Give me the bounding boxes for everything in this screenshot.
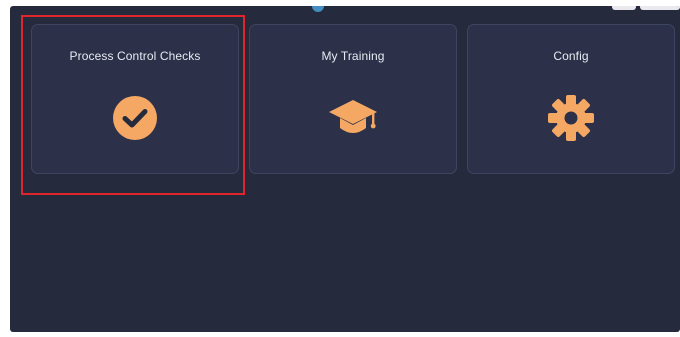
tile-label: My Training bbox=[321, 49, 385, 63]
app-logo-icon bbox=[312, 6, 324, 12]
window-control-button-wide[interactable] bbox=[640, 6, 680, 10]
tile-label: Config bbox=[553, 49, 589, 63]
tile-config[interactable]: Config bbox=[467, 24, 675, 174]
check-circle-icon bbox=[113, 96, 157, 140]
tile-label: Process Control Checks bbox=[69, 49, 201, 63]
tile-my-training[interactable]: My Training bbox=[249, 24, 457, 174]
app-window: Process Control Checks My Training Confi… bbox=[10, 6, 680, 332]
tile-process-control-checks[interactable]: Process Control Checks bbox=[31, 24, 239, 174]
graduation-cap-icon bbox=[329, 100, 377, 133]
window-control-button[interactable] bbox=[612, 6, 636, 10]
gear-icon bbox=[548, 95, 594, 141]
